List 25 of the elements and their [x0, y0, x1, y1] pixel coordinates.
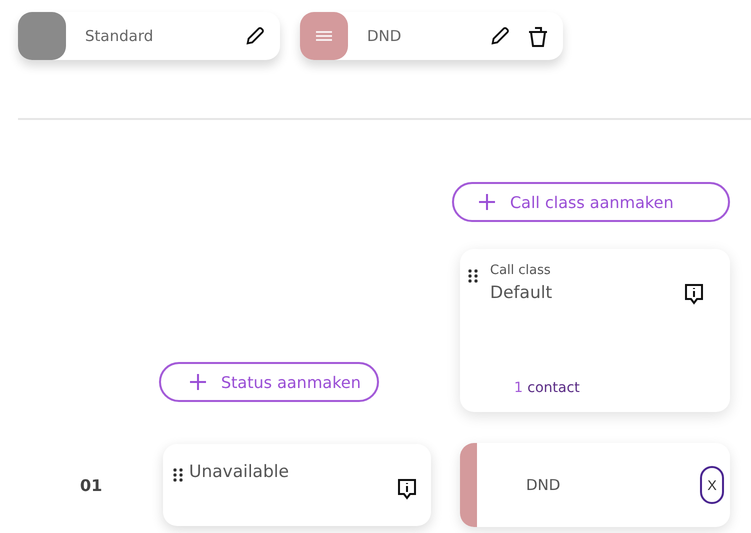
contact-count[interactable]: 1 contact — [514, 380, 684, 396]
row-number: 01 — [79, 476, 104, 494]
trash-icon — [527, 24, 549, 48]
add-status-button[interactable]: Status aanmaken — [159, 362, 379, 402]
pencil-icon — [244, 25, 266, 47]
plus-icon — [189, 373, 207, 391]
card-caption: Call class — [490, 263, 552, 280]
card-title: Default — [490, 283, 554, 305]
preset-chip[interactable]: DND — [300, 12, 563, 60]
status-name: Unavailable — [189, 462, 290, 482]
info-icon[interactable] — [684, 283, 704, 305]
color-swatch[interactable] — [300, 12, 348, 60]
pencil-icon — [489, 25, 511, 47]
menu-icon — [316, 31, 332, 41]
add-call-class-button[interactable]: Call class aanmaken — [452, 182, 730, 222]
info-icon[interactable] — [397, 478, 417, 500]
remove-button[interactable]: X — [700, 466, 724, 504]
plus-icon — [478, 193, 496, 211]
drag-handle-icon[interactable] — [468, 269, 478, 283]
assignment-name: DND — [526, 476, 562, 494]
drag-handle-icon[interactable] — [173, 468, 183, 482]
preset-chip[interactable]: Standard — [18, 12, 280, 60]
preset-name: Standard — [85, 27, 154, 45]
color-swatch[interactable] — [18, 12, 66, 60]
preset-name: DND — [367, 27, 402, 45]
